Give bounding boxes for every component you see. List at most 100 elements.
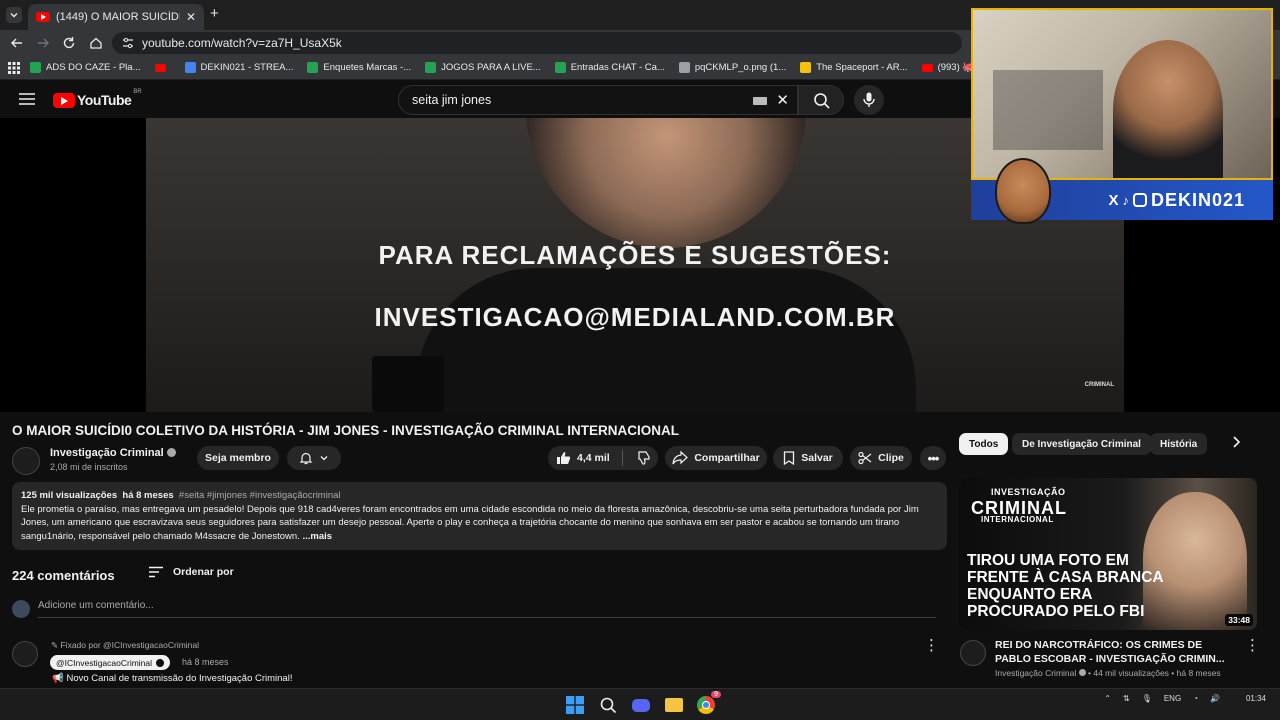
youtube-logo[interactable]: YouTube BR [53,89,142,108]
recommended-title[interactable]: REI DO NARCOTRÁFICO: OS CRIMES DE PABLO … [995,638,1235,666]
clip-label: Clipe [878,452,904,464]
recommended-channel-avatar[interactable] [960,640,986,666]
join-button[interactable]: Seja membro [197,446,279,470]
bookmark-item[interactable]: Entradas CHAT - Ca... [554,62,665,73]
chrome-taskbar-button[interactable]: 9 [696,691,721,715]
chevron-right-icon[interactable] [1230,435,1242,449]
bookmark-item[interactable]: ADS DO CAZE - Pla... [30,62,141,73]
comment-author-avatar[interactable] [12,641,38,667]
site-info-icon[interactable] [121,36,135,50]
close-tab-icon[interactable]: ✕ [186,10,196,24]
thumbs-down-icon[interactable] [635,451,650,465]
discord-taskbar-button[interactable] [631,695,651,715]
folder-icon [665,698,683,712]
more-horizontal-icon: ••• [927,450,940,466]
verified-icon [166,448,176,457]
address-bar[interactable]: youtube.com/watch?v=za7H_UsaX5k [112,32,962,54]
new-tab-button[interactable]: + [210,5,219,22]
youtube-logo-icon [53,92,75,108]
start-button[interactable] [565,695,585,715]
share-label: Compartilhar [694,452,760,464]
description-box[interactable]: 125 mil visualizações há 8 meses #seita … [12,482,947,550]
thumbnail-brand-bottom: INTERNACIONAL [981,515,1054,524]
chrome-badge: 9 [711,691,721,698]
reload-icon[interactable] [61,35,77,51]
save-button[interactable]: Salvar [773,446,843,470]
more-actions-button[interactable]: ••• [920,446,946,470]
add-comment-input[interactable]: Adicione um comentário... [38,600,936,618]
share-button[interactable]: Compartilhar [665,446,767,470]
taskbar-clock[interactable]: 01:34 [1246,693,1266,704]
channel-avatar[interactable] [12,447,40,475]
thumbs-up-icon [557,452,571,464]
explorer-taskbar-button[interactable] [664,695,684,715]
bookmark-item[interactable]: JOGOS PARA A LIVE... [425,62,541,73]
search-button[interactable] [798,85,844,115]
windows-icon [566,696,584,714]
streamer-mascot [995,158,1051,224]
tab-search-button[interactable] [6,7,22,23]
show-more-link[interactable]: ...mais [302,531,332,542]
bookmark-item[interactable] [154,63,171,72]
url-text: youtube.com/watch?v=za7H_UsaX5k [142,36,342,50]
recommended-thumbnail[interactable]: INVESTIGAÇÃO CRIMINAL INTERNACIONAL TIRO… [959,478,1257,630]
chip-todos[interactable]: Todos [959,433,1009,455]
instagram-icon [1132,193,1147,207]
volume-icon[interactable]: 🔊 [1210,694,1220,703]
forward-arrow-icon[interactable] [35,35,51,51]
taskbar-search-button[interactable] [598,695,618,715]
bell-icon [299,452,313,465]
apps-grid-icon[interactable] [8,62,20,74]
language-indicator[interactable]: ENG [1164,694,1181,703]
hashtags[interactable]: #seita #jimjones #investigaçãocriminal [179,490,341,501]
bookmark-item[interactable]: Enquetes Marcas -... [307,62,411,73]
like-count: 4,4 mil [577,452,610,464]
subscriber-count: 2,08 mi de inscritos [50,462,128,472]
sheets-icon [30,62,41,73]
comment-more-icon[interactable]: ⋮ [924,636,939,654]
sort-comments-button[interactable]: Ordenar por [149,566,234,578]
streamer-handle: DEKIN021 [1150,189,1245,210]
save-label: Salvar [801,452,833,464]
webcam-streamer [1113,40,1223,178]
bookmark-item[interactable]: pqCKMLP_o.png (1... [678,62,786,73]
verified-icon [156,658,165,667]
microphone-tray-icon[interactable]: 🎙 [1142,694,1152,703]
recommended-more-icon[interactable]: ⋮ [1245,636,1260,654]
like-divider [621,450,623,466]
system-tray: ⌃ ⇅ 🎙 ENG ◔ 🔊 [1104,694,1220,703]
clear-search-icon[interactable]: ✕ [776,91,789,109]
tab-active[interactable]: (1449) O MAIOR SUICÍDI0 COLE ✕ [28,4,204,30]
clip-button[interactable]: Clipe [850,446,912,470]
share-icon [672,451,689,465]
network-icon[interactable]: ⇅ [1123,694,1130,703]
menu-icon[interactable] [18,91,36,107]
video-duration: 33:48 [1225,614,1253,626]
keyboard-icon[interactable] [753,97,767,105]
recommended-views: 44 mil visualizações [1093,668,1169,678]
bookmark-item[interactable]: DEKIN021 - STREA... [184,62,293,73]
chip-channel[interactable]: De Investigação Criminal [1012,433,1151,455]
like-button[interactable]: 4,4 mil [556,451,610,465]
home-icon[interactable] [88,35,104,51]
channel-name[interactable]: Investigação Criminal [50,447,176,459]
country-code: BR [133,89,142,95]
search-input[interactable]: seita jim jones ✕ [398,85,798,115]
chrome-icon [697,696,715,714]
back-arrow-icon[interactable] [9,35,25,51]
video-person [526,118,806,248]
wifi-icon[interactable]: ◔ [1193,694,1198,703]
thumbnail-brand-top: INVESTIGAÇÃO [991,487,1066,497]
verified-icon [1078,669,1086,676]
discord-icon [632,698,650,712]
tray-chevron-icon[interactable]: ⌃ [1104,694,1111,703]
comment-author-badge[interactable]: @ICInvestigacaoCriminal [50,655,171,670]
recommended-channel[interactable]: Investigação Criminal [995,668,1076,678]
drive-icon [184,62,196,73]
voice-search-button[interactable] [854,85,884,115]
pinned-by-label: ✎ Fixado por @ICInvestigacaoCriminal [51,640,200,650]
search-icon [600,697,616,713]
notifications-button[interactable] [287,446,341,470]
bookmark-item[interactable]: The Spaceport - AR... [800,62,908,73]
chip-historia[interactable]: História [1150,433,1208,455]
